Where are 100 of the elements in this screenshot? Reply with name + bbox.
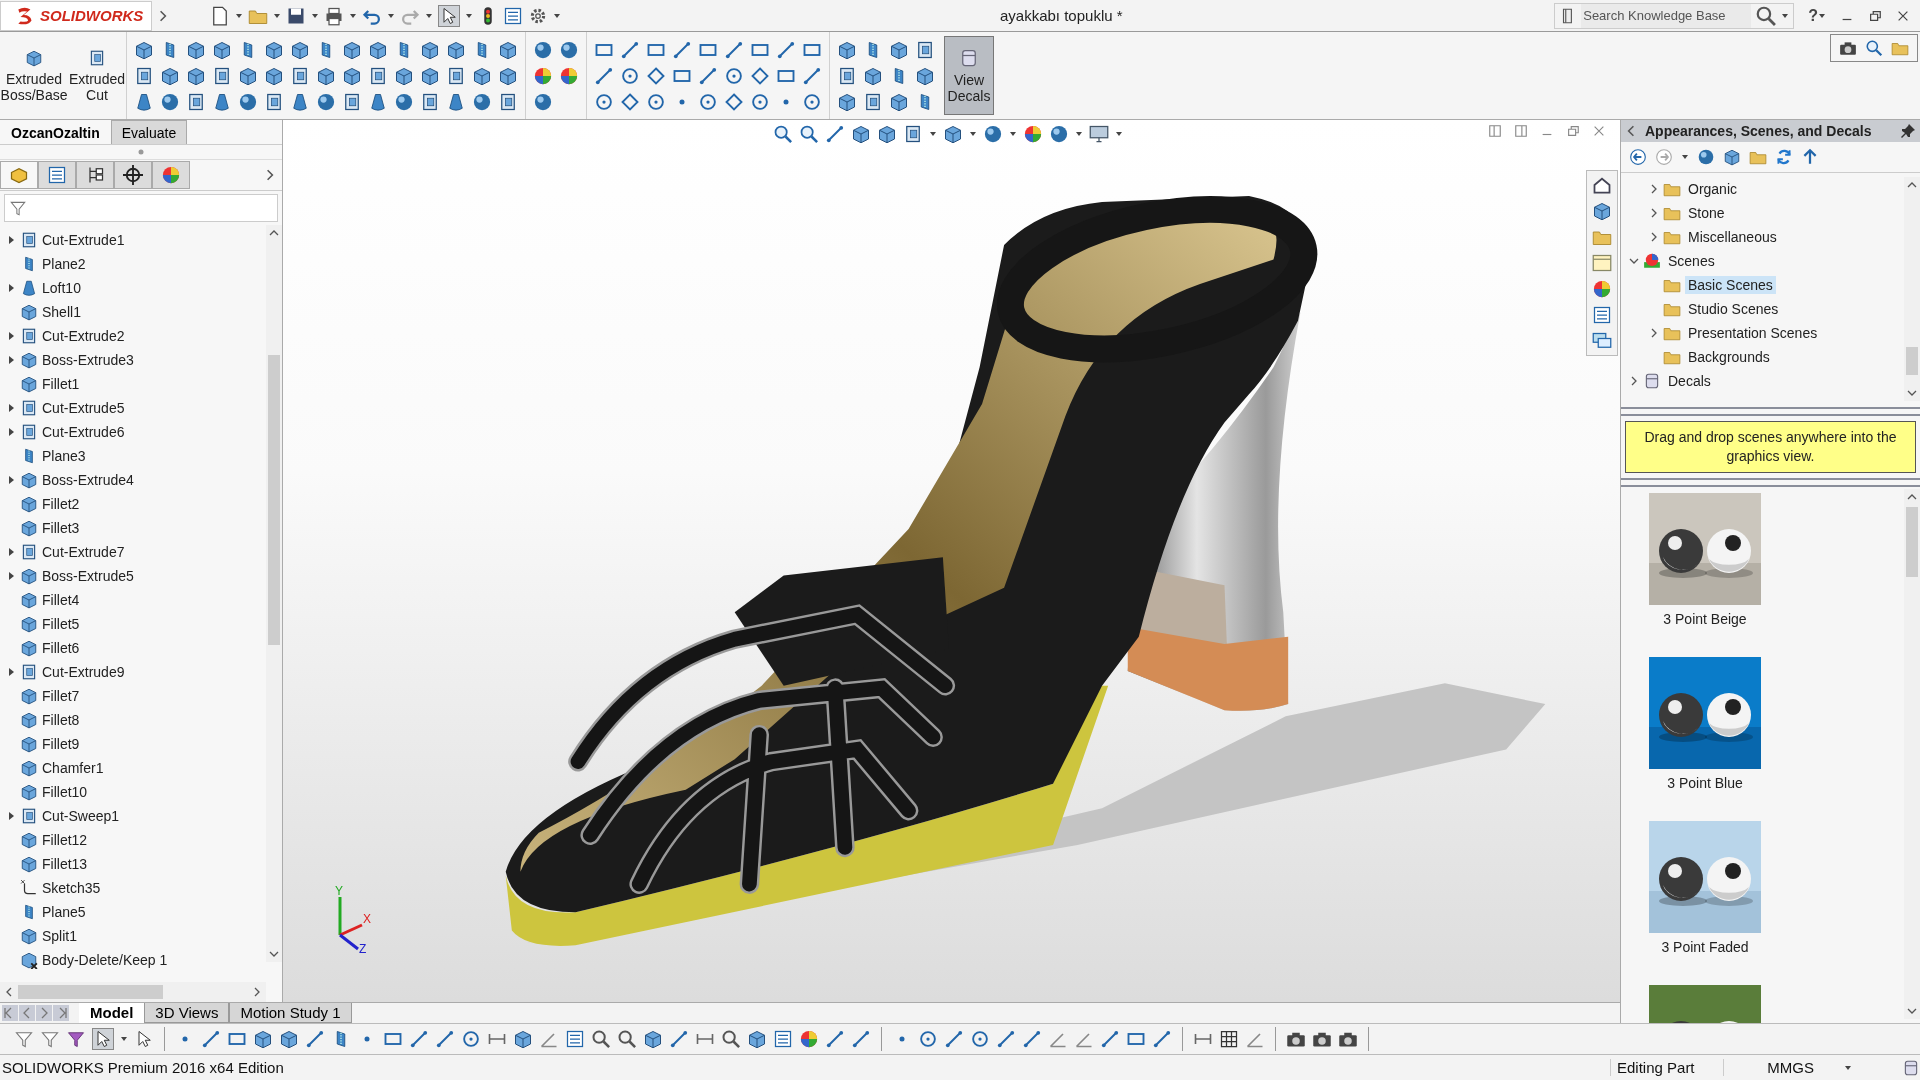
caret-icon[interactable] bbox=[969, 130, 977, 138]
feature-name[interactable]: Chamfer1 bbox=[42, 760, 104, 776]
circle-icon[interactable] bbox=[970, 1029, 990, 1049]
tree-item[interactable]: Scenes bbox=[1665, 252, 1718, 270]
cube-icon[interactable] bbox=[238, 65, 258, 86]
tree-item[interactable]: Basic Scenes bbox=[1685, 276, 1776, 294]
horizontal-scrollbar[interactable] bbox=[0, 982, 266, 1002]
circle-icon[interactable] bbox=[750, 91, 770, 112]
chevron-right-icon[interactable] bbox=[157, 9, 169, 22]
cube-icon[interactable] bbox=[264, 39, 284, 60]
jar-icon[interactable] bbox=[1902, 1058, 1920, 1077]
cone-icon[interactable] bbox=[212, 91, 232, 112]
scrollbar-thumb[interactable] bbox=[1906, 347, 1918, 375]
splitter[interactable] bbox=[1621, 478, 1920, 487]
up-arrow-icon[interactable] bbox=[1801, 148, 1819, 166]
feature-name[interactable]: Fillet13 bbox=[42, 856, 88, 872]
help-button[interactable]: ? bbox=[1808, 6, 1818, 25]
cube-icon[interactable] bbox=[1592, 201, 1612, 221]
feature-name[interactable]: Cut-Extrude6 bbox=[42, 424, 125, 440]
hollow-cube-icon[interactable] bbox=[498, 91, 518, 112]
refresh-icon[interactable] bbox=[1775, 148, 1793, 166]
back-icon[interactable] bbox=[1629, 148, 1647, 166]
chevron-right-icon[interactable] bbox=[1649, 232, 1659, 242]
chevron-down-icon[interactable] bbox=[1629, 256, 1639, 266]
line-icon[interactable] bbox=[1152, 1029, 1172, 1049]
home-icon[interactable] bbox=[1592, 175, 1612, 195]
caret-icon[interactable] bbox=[273, 11, 281, 20]
cube-icon[interactable] bbox=[889, 39, 909, 60]
hollow-cube-icon[interactable] bbox=[368, 65, 388, 86]
list-icon[interactable] bbox=[1592, 305, 1612, 325]
search-icon[interactable] bbox=[1755, 4, 1778, 27]
cube-icon[interactable] bbox=[1723, 148, 1741, 166]
model-tab[interactable]: 3D Views bbox=[144, 1003, 230, 1023]
expand-arrow-icon[interactable] bbox=[6, 547, 16, 557]
feature-name[interactable]: Plane5 bbox=[42, 904, 86, 920]
color-wheel-icon[interactable] bbox=[533, 65, 553, 86]
vertical-scrollbar[interactable] bbox=[266, 225, 282, 962]
sphere-icon[interactable] bbox=[238, 91, 258, 112]
sphere-icon[interactable] bbox=[472, 91, 492, 112]
caret-icon[interactable] bbox=[465, 11, 473, 20]
camera-icon[interactable] bbox=[1839, 39, 1857, 57]
cube-icon[interactable] bbox=[394, 65, 414, 86]
expand-arrow-icon[interactable] bbox=[6, 667, 16, 677]
cube-icon[interactable] bbox=[643, 1029, 663, 1049]
vertical-scrollbar[interactable] bbox=[1904, 489, 1920, 1019]
thumbnail-label[interactable]: 3 Point Faded bbox=[1661, 939, 1749, 955]
line-icon[interactable] bbox=[724, 39, 744, 60]
caret-icon[interactable] bbox=[1818, 11, 1826, 20]
filter-field[interactable] bbox=[4, 194, 278, 222]
feature-name[interactable]: Fillet8 bbox=[42, 712, 80, 728]
search-icon[interactable] bbox=[721, 1029, 741, 1049]
hollow-cube-icon[interactable] bbox=[186, 91, 206, 112]
feature-name[interactable]: Body-Delete/Keep 1 bbox=[42, 952, 168, 968]
monitor-icon[interactable] bbox=[1089, 124, 1109, 144]
line-icon[interactable] bbox=[1022, 1029, 1042, 1049]
line-icon[interactable] bbox=[201, 1029, 221, 1049]
color-wheel-icon[interactable] bbox=[559, 65, 579, 86]
expand-arrow-icon[interactable] bbox=[6, 235, 16, 245]
search-icon[interactable] bbox=[617, 1029, 637, 1049]
grid-icon[interactable] bbox=[1219, 1029, 1239, 1049]
ribbon-button[interactable]: Extruded Cut bbox=[68, 32, 126, 119]
caret-icon[interactable] bbox=[120, 1035, 128, 1043]
tree-item[interactable]: Backgrounds bbox=[1685, 348, 1773, 366]
feature-name[interactable]: Fillet3 bbox=[42, 520, 80, 536]
diamond-icon[interactable] bbox=[724, 91, 744, 112]
feature-name[interactable]: Cut-Sweep1 bbox=[42, 808, 120, 824]
line-icon[interactable] bbox=[305, 1029, 325, 1049]
hollow-cube-icon[interactable] bbox=[264, 91, 284, 112]
cone-icon[interactable] bbox=[134, 91, 154, 112]
line-icon[interactable] bbox=[669, 1029, 689, 1049]
feature-name[interactable]: Fillet10 bbox=[42, 784, 88, 800]
hollow-cube-icon[interactable] bbox=[290, 65, 310, 86]
hollow-cube-icon[interactable] bbox=[863, 91, 883, 112]
tree-item[interactable]: Decals bbox=[1665, 372, 1714, 390]
circle-icon[interactable] bbox=[698, 91, 718, 112]
feature-name[interactable]: Fillet6 bbox=[42, 640, 80, 656]
line-icon[interactable] bbox=[944, 1029, 964, 1049]
cube-icon[interactable] bbox=[863, 65, 883, 86]
feature-name[interactable]: Cut-Extrude5 bbox=[42, 400, 125, 416]
hollow-cube-icon[interactable] bbox=[446, 65, 466, 86]
caret-icon[interactable] bbox=[929, 130, 937, 138]
sphere-icon[interactable] bbox=[1697, 148, 1715, 166]
caret-icon[interactable] bbox=[387, 11, 395, 20]
feature-name[interactable]: Fillet12 bbox=[42, 832, 88, 848]
cone-icon[interactable] bbox=[290, 91, 310, 112]
search-icon[interactable] bbox=[1865, 39, 1883, 57]
tree-item[interactable]: Miscellaneous bbox=[1685, 228, 1780, 246]
feature-name[interactable]: Cut-Extrude7 bbox=[42, 544, 125, 560]
cube-icon[interactable] bbox=[943, 124, 963, 144]
feature-name[interactable]: Loft10 bbox=[42, 280, 81, 296]
color-wheel-icon[interactable] bbox=[1023, 124, 1043, 144]
line-icon[interactable] bbox=[698, 65, 718, 86]
sphere-icon[interactable] bbox=[394, 91, 414, 112]
window-icon[interactable] bbox=[1592, 253, 1612, 273]
circle-icon[interactable] bbox=[594, 91, 614, 112]
tree-item[interactable]: Studio Scenes bbox=[1685, 300, 1782, 318]
expand-arrow-icon[interactable] bbox=[6, 475, 16, 485]
feature-name[interactable]: Boss-Extrude4 bbox=[42, 472, 134, 488]
feature-name[interactable]: Boss-Extrude3 bbox=[42, 352, 134, 368]
expand-arrow-icon[interactable] bbox=[6, 331, 16, 341]
